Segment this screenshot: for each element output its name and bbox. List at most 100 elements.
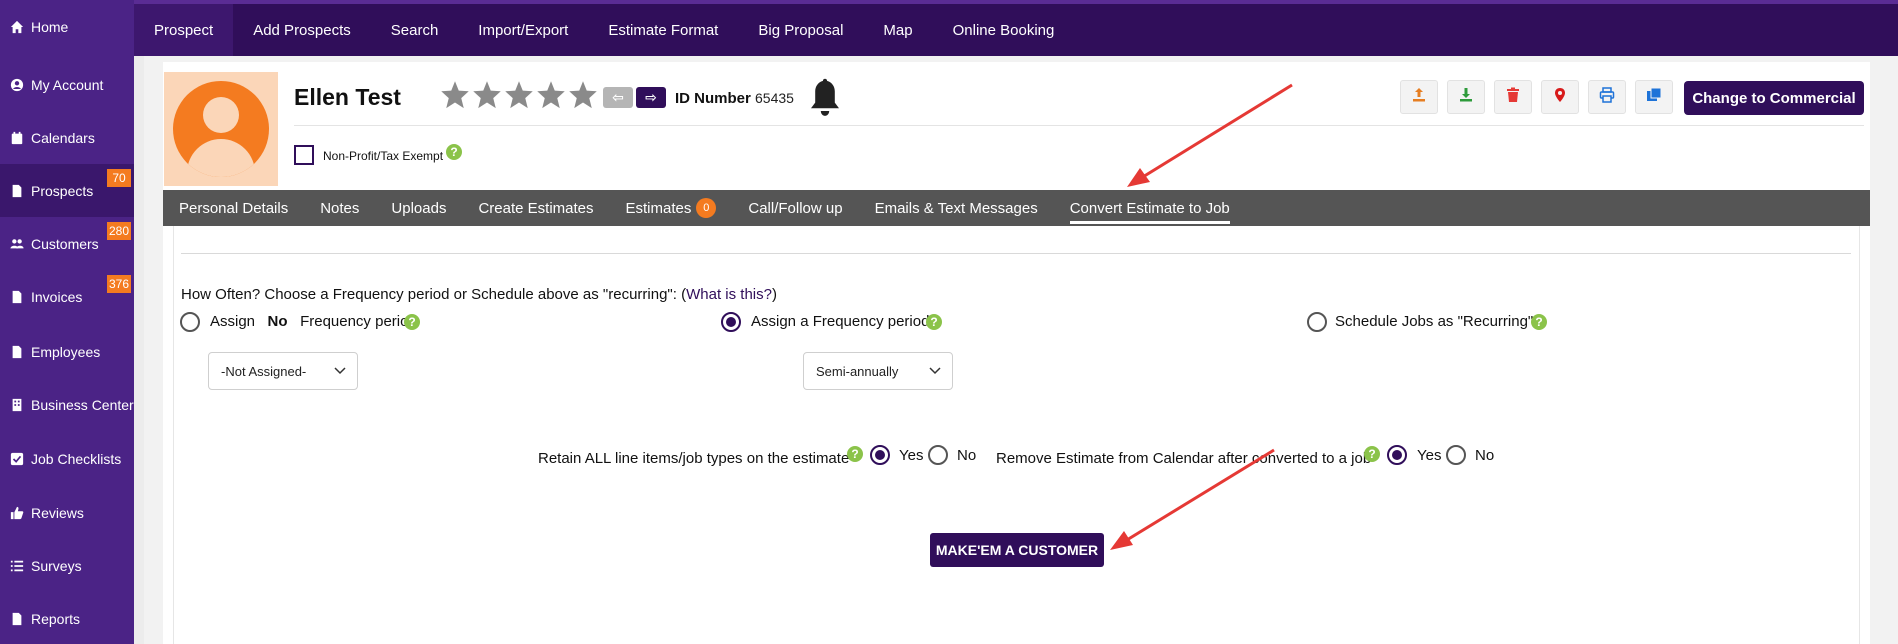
sidebar-item-calendars[interactable]: Calendars (0, 111, 134, 164)
make-em-a-customer-button[interactable]: MAKE'EM A CUSTOMER (930, 533, 1104, 567)
radio-schedule-recurring[interactable] (1307, 312, 1327, 332)
tab-call-follow-up[interactable]: Call/Follow up (732, 190, 858, 226)
tab-label: Personal Details (179, 199, 289, 217)
sidebar-item-my-account[interactable]: My Account (0, 58, 134, 111)
tab-personal-details[interactable]: Personal Details (163, 190, 304, 226)
assign-no-prefix: Assign (210, 313, 256, 330)
checkbox-icon (9, 451, 25, 467)
how-often-prompt: How Often? Choose a Frequency period or … (181, 286, 777, 303)
sidebar-item-reports[interactable]: Reports (0, 592, 134, 644)
star-icon[interactable] (472, 80, 502, 110)
id-number-label: ID Number (675, 90, 751, 107)
star-icon[interactable] (536, 80, 566, 110)
select-value: -Not Assigned- (221, 363, 307, 379)
sidebar-item-label: Prospects (31, 182, 94, 199)
topnav-big-proposal[interactable]: Big Proposal (738, 4, 863, 56)
topnav-prospect[interactable]: Prospect (134, 4, 234, 56)
content-divider (181, 253, 1851, 254)
chevron-down-icon (928, 363, 942, 377)
sidebar-item-label: Reports (31, 610, 81, 627)
sidebar-item-home[interactable]: Home (0, 0, 134, 53)
radio-remove-no[interactable] (1446, 445, 1466, 465)
not-assigned-select[interactable]: -Not Assigned- (208, 352, 358, 390)
help-icon[interactable]: ? (847, 446, 863, 462)
topnav-add-prospects[interactable]: Add Prospects (233, 4, 371, 56)
estimates-count-badge: 0 (696, 198, 717, 218)
printer-icon (1599, 86, 1615, 108)
radio-assign-frequency-period[interactable] (721, 312, 741, 332)
map-pin-button[interactable] (1541, 80, 1579, 114)
file-icon (9, 289, 25, 305)
map-pin-icon (1552, 87, 1568, 108)
radio-retain-yes[interactable] (870, 445, 890, 465)
star-icon[interactable] (440, 80, 470, 110)
topnav-estimate-format[interactable]: Estimate Format (588, 4, 738, 56)
sidebar-item-label: Invoices (31, 288, 83, 305)
rating-stars[interactable] (440, 80, 598, 110)
change-to-commercial-button[interactable]: Change to Commercial (1684, 81, 1864, 115)
sidebar-item-reviews[interactable]: Reviews (0, 486, 134, 539)
radio-assign-no-frequency[interactable] (180, 312, 200, 332)
topnav-map[interactable]: Map (863, 4, 932, 56)
sidebar-item-surveys[interactable]: Surveys (0, 539, 134, 592)
bell-icon[interactable] (808, 76, 842, 118)
remove-from-calendar-label: Remove Estimate from Calendar after conv… (996, 450, 1372, 467)
tab-emails-text-messages[interactable]: Emails & Text Messages (859, 190, 1054, 226)
sidebar-item-job-checklists[interactable]: Job Checklists (0, 432, 134, 485)
help-icon[interactable]: ? (1364, 446, 1380, 462)
nonprofit-checkbox[interactable] (294, 145, 314, 165)
download-icon (1458, 87, 1474, 108)
paren-close: ) (771, 286, 777, 303)
retain-yes-label: Yes (899, 447, 924, 464)
avatar[interactable] (164, 72, 278, 186)
calendar-icon (9, 130, 25, 146)
sidebar-badge: 280 (107, 222, 131, 240)
sidebar-item-customers[interactable]: Customers 280 (0, 217, 134, 270)
tab-convert-estimate-to-job[interactable]: Convert Estimate to Job (1054, 190, 1246, 226)
topnav-online-booking[interactable]: Online Booking (933, 4, 1075, 56)
help-icon[interactable]: ? (404, 314, 420, 330)
building-icon (9, 397, 25, 413)
help-icon[interactable]: ? (926, 314, 942, 330)
tab-label: Uploads (391, 199, 447, 217)
star-icon[interactable] (568, 80, 598, 110)
assign-no-frequency-label: Assign No Frequency period (210, 313, 417, 330)
star-icon[interactable] (504, 80, 534, 110)
home-icon (9, 19, 25, 35)
radio-retain-no[interactable] (928, 445, 948, 465)
tab-create-estimates[interactable]: Create Estimates (462, 190, 609, 226)
upload-button[interactable] (1400, 80, 1438, 114)
help-icon[interactable]: ? (1531, 314, 1547, 330)
next-record-button[interactable]: ⇨ (636, 87, 666, 108)
print-button[interactable] (1588, 80, 1626, 114)
help-icon[interactable]: ? (446, 144, 462, 160)
chevron-down-icon (333, 363, 347, 377)
avatar-placeholder-icon (173, 81, 269, 177)
how-often-text: How Often? Choose a Frequency period or … (181, 286, 677, 303)
previous-record-button[interactable]: ⇦ (603, 87, 633, 108)
tab-label: Create Estimates (478, 199, 594, 217)
delete-button[interactable] (1494, 80, 1532, 114)
topnav-search[interactable]: Search (371, 4, 459, 56)
tab-estimates[interactable]: Estimates 0 (610, 190, 733, 226)
topnav-import-export[interactable]: Import/Export (458, 4, 588, 56)
sidebar-badge: 70 (107, 169, 131, 187)
list-icon (9, 558, 25, 574)
download-button[interactable] (1447, 80, 1485, 114)
assign-no-bold: No (267, 313, 288, 330)
frequency-select[interactable]: Semi-annually (803, 352, 953, 390)
sidebar-item-prospects[interactable]: Prospects 70 (0, 164, 134, 217)
tab-label: Call/Follow up (748, 199, 843, 217)
tab-label: Notes (320, 199, 360, 217)
what-is-this-link[interactable]: What is this? (686, 286, 772, 303)
tab-uploads[interactable]: Uploads (375, 190, 462, 226)
top-navigation: Prospect Add Prospects Search Import/Exp… (134, 0, 1898, 56)
radio-remove-yes[interactable] (1387, 445, 1407, 465)
nonprofit-label: Non-Profit/Tax Exempt (323, 149, 444, 163)
sidebar-item-employees[interactable]: Employees (0, 325, 134, 378)
sidebar-item-business-center[interactable]: Business Center (0, 378, 134, 431)
sidebar-item-invoices[interactable]: Invoices 376 (0, 270, 134, 323)
copy-button[interactable] (1635, 80, 1673, 114)
tab-label: Convert Estimate to Job (1069, 199, 1230, 217)
tab-notes[interactable]: Notes (304, 190, 375, 226)
